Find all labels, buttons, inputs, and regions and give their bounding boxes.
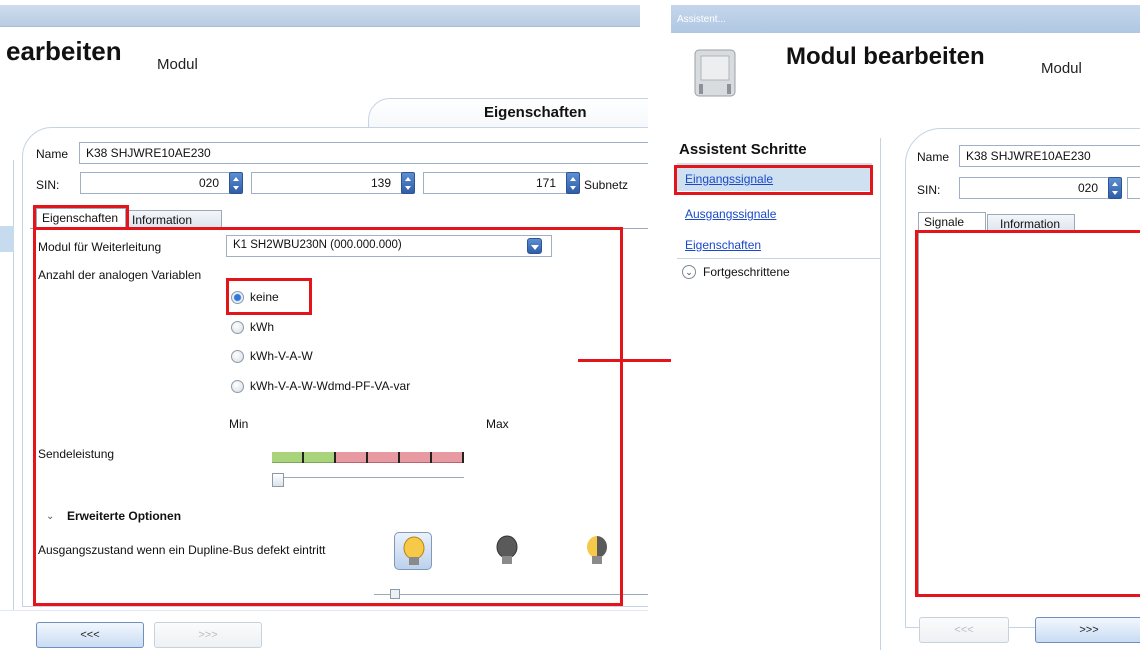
sin-label: SIN: bbox=[917, 183, 941, 197]
name-input[interactable]: K38 SHJWRE10AE230 bbox=[959, 145, 1140, 167]
next-button[interactable]: >>> bbox=[1035, 617, 1140, 643]
right-panel: Assistent... Modul bearbeiten Modul Assi… bbox=[671, 0, 1140, 653]
back-button[interactable]: <<< bbox=[919, 617, 1009, 643]
next-button[interactable]: >>> bbox=[154, 622, 262, 648]
sin-spinner-1[interactable] bbox=[229, 172, 243, 194]
sin-spinner-3[interactable] bbox=[566, 172, 580, 194]
section-tab-label: Eigenschaften bbox=[484, 104, 587, 121]
sin-label: SIN: bbox=[36, 178, 60, 192]
name-label: Name bbox=[917, 150, 950, 164]
sin-field-1[interactable]: 020 bbox=[80, 172, 230, 194]
left-title-bar bbox=[0, 5, 640, 27]
step-ausgangssignale[interactable]: Ausgangssignale bbox=[685, 207, 776, 221]
sin-field-next[interactable] bbox=[1127, 177, 1140, 199]
highlight-tab bbox=[33, 205, 129, 229]
page-title: earbeiten bbox=[6, 36, 122, 66]
tab-information[interactable]: Information bbox=[126, 210, 222, 227]
step-eigenschaften[interactable]: Eigenschaften bbox=[685, 238, 761, 252]
steps-header: Assistent Schritte bbox=[679, 141, 807, 158]
left-panel: earbeiten Modul Eigenschaften Name K38 S… bbox=[0, 0, 648, 653]
name-label: Name bbox=[36, 147, 69, 161]
highlight-keine bbox=[226, 278, 312, 315]
sin-spinner[interactable] bbox=[1108, 177, 1122, 199]
window-title: Assistent... bbox=[671, 5, 1140, 33]
page-title: Modul bearbeiten bbox=[786, 43, 985, 70]
tab-information[interactable]: Information bbox=[987, 214, 1075, 231]
page-subtitle: Modul bbox=[1041, 60, 1082, 77]
module-image bbox=[687, 44, 742, 106]
highlight-step bbox=[674, 165, 873, 195]
advanced-label[interactable]: Fortgeschrittene bbox=[703, 265, 790, 279]
highlight-signals bbox=[915, 230, 1140, 597]
sin-field-3[interactable]: 171 bbox=[423, 172, 567, 194]
expand-icon[interactable]: ⌄ bbox=[682, 265, 696, 279]
sin-field[interactable]: 020 bbox=[959, 177, 1109, 199]
subnetz-label: Subnetz bbox=[584, 178, 629, 192]
name-input[interactable]: K38 SHJWRE10AE230 bbox=[79, 142, 648, 164]
sidebar-selected bbox=[0, 226, 14, 252]
sin-spinner-2[interactable] bbox=[401, 172, 415, 194]
highlight-settings bbox=[33, 227, 623, 606]
sin-field-2[interactable]: 139 bbox=[251, 172, 402, 194]
tab-signale[interactable]: Signale bbox=[918, 212, 986, 231]
page-subtitle: Modul bbox=[157, 56, 198, 73]
back-button[interactable]: <<< bbox=[36, 622, 144, 648]
steps-divider bbox=[677, 258, 881, 259]
